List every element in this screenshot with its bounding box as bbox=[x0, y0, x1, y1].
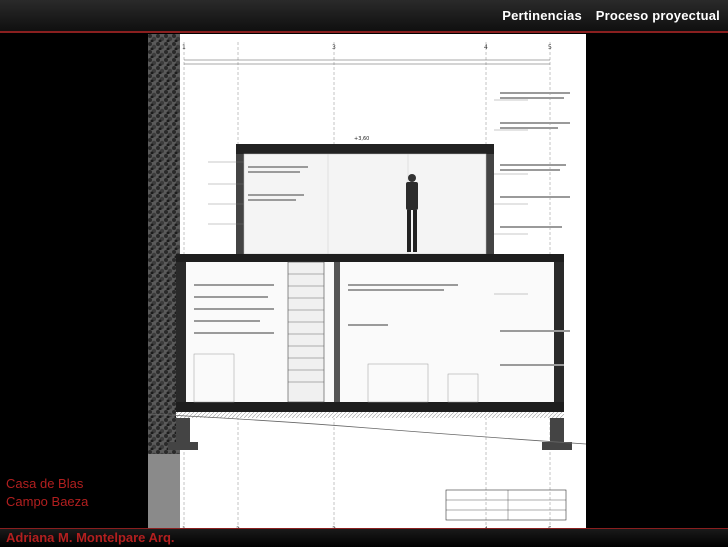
foundations bbox=[168, 418, 572, 450]
grid-label-top-3: 3 bbox=[332, 44, 336, 51]
level-label: +3,60 bbox=[354, 136, 369, 142]
author-credit: Adriana M. Montelpare Arq. bbox=[6, 530, 175, 545]
breadcrumb-section[interactable]: Pertinencias bbox=[502, 8, 582, 23]
partition-wall bbox=[334, 262, 340, 402]
breadcrumb-page[interactable]: Proceso proyectual bbox=[596, 8, 720, 23]
section-drawing: 1 3 4 5 1 2 3 4 5 +3,60 bbox=[148, 34, 586, 546]
grid-label-top-1: 1 bbox=[182, 44, 186, 51]
section-drawing-svg: 1 3 4 5 1 2 3 4 5 +3,60 bbox=[148, 34, 586, 546]
grid-label-top-5: 5 bbox=[548, 44, 552, 51]
dimension-lines-top bbox=[184, 59, 550, 65]
project-name: Casa de Blas bbox=[6, 476, 84, 491]
architect-name: Campo Baeza bbox=[6, 494, 89, 509]
header-divider bbox=[0, 31, 728, 33]
grid-label-top-4: 4 bbox=[484, 44, 488, 51]
breadcrumb: Pertinencias Proceso proyectual bbox=[492, 8, 720, 23]
title-block bbox=[445, 489, 567, 521]
stair bbox=[287, 261, 325, 403]
tree-mass bbox=[148, 242, 178, 454]
top-bar: Pertinencias Proceso proyectual bbox=[0, 0, 728, 33]
terrain-line bbox=[148, 413, 586, 445]
